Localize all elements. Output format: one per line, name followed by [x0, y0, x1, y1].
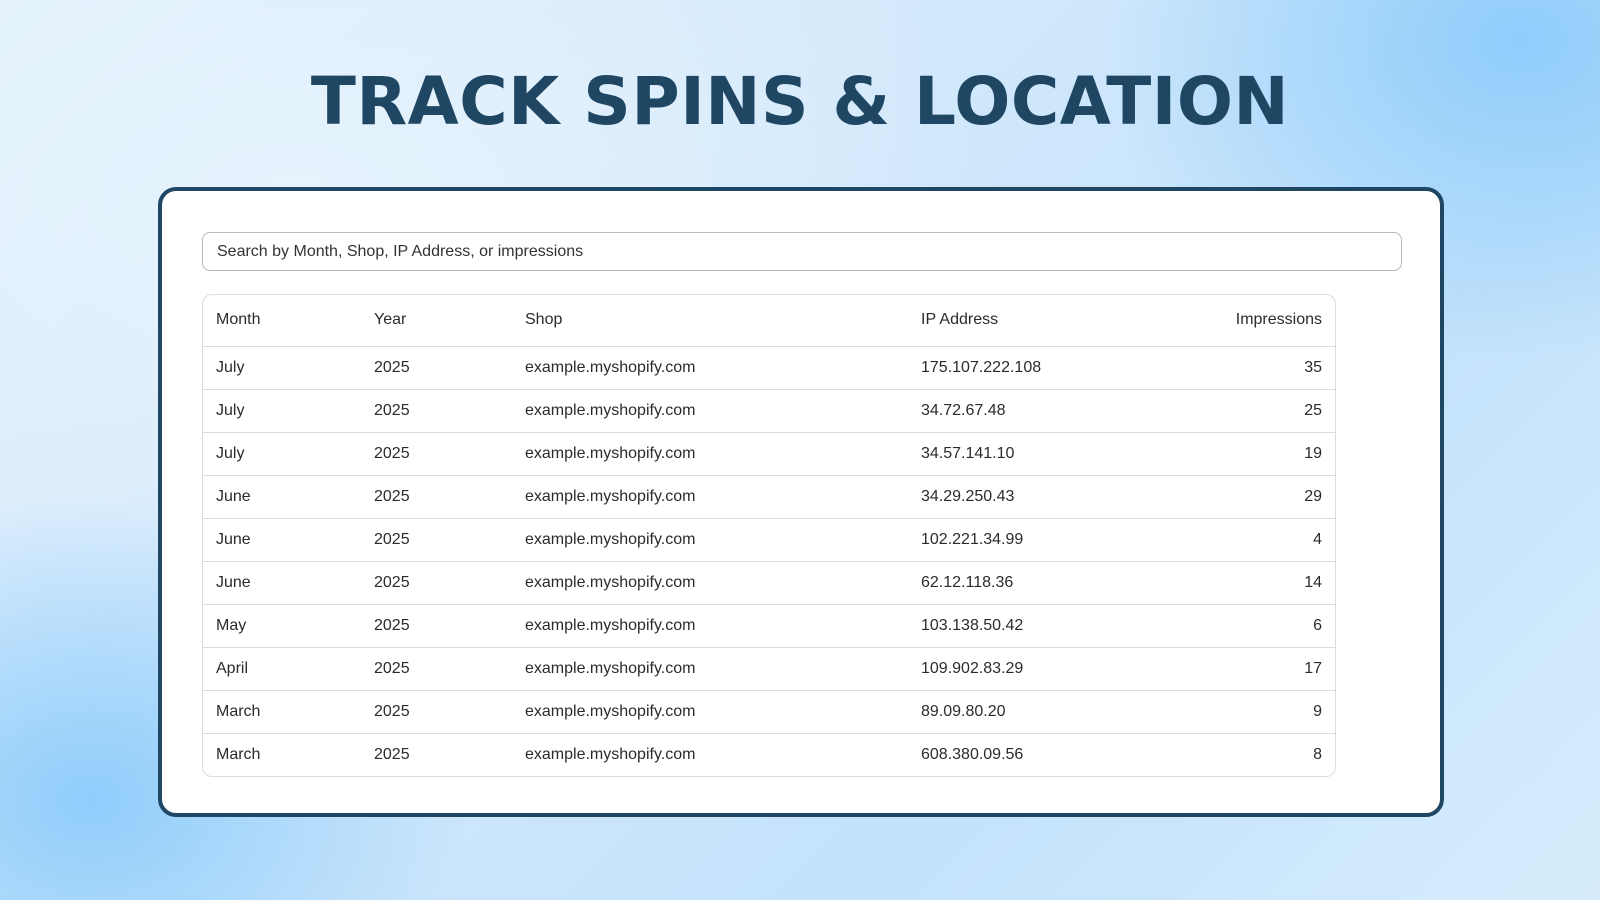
cell-shop: example.myshopify.com	[525, 487, 696, 505]
cell-impressions: 9	[1313, 702, 1322, 720]
cell-shop: example.myshopify.com	[525, 702, 696, 720]
search-input[interactable]	[202, 232, 1402, 271]
table-row[interactable]: July 2025 example.myshopify.com 34.72.67.48…	[203, 389, 1335, 432]
cell-month: April	[216, 659, 249, 677]
table-header-row: Month Year Shop IP Address Impressions	[203, 295, 1335, 346]
cell-shop: example.myshopify.com	[525, 358, 696, 376]
cell-impressions: 25	[1304, 401, 1322, 419]
column-header-ip-address[interactable]: IP Address	[908, 295, 1197, 346]
cell-impressions: 14	[1304, 573, 1322, 591]
cell-impressions: 19	[1304, 444, 1322, 462]
table-row[interactable]: June 2025 example.myshopify.com 102.221.34.…	[203, 518, 1335, 561]
table-body: July 2025 example.myshopify.com 175.107.222…	[203, 346, 1335, 776]
cell-impressions: 35	[1304, 358, 1322, 376]
cell-ip-address: 102.221.34.99	[921, 530, 1024, 548]
table-row[interactable]: June 2025 example.myshopify.com 34.29.250.4…	[203, 475, 1335, 518]
cell-ip-address: 34.72.67.48	[921, 401, 1006, 419]
cell-year: 2025	[374, 444, 410, 462]
cell-year: 2025	[374, 616, 410, 634]
data-card: Month Year Shop IP Address Impressions J…	[158, 187, 1444, 817]
table-row[interactable]: March 2025 example.myshopify.com 608.380.09…	[203, 733, 1335, 776]
cell-shop: example.myshopify.com	[525, 659, 696, 677]
cell-ip-address: 608.380.09.56	[921, 745, 1024, 763]
table-row[interactable]: April 2025 example.myshopify.com 109.902.83…	[203, 647, 1335, 690]
cell-year: 2025	[374, 530, 410, 548]
cell-month: July	[216, 444, 245, 462]
cell-year: 2025	[374, 401, 410, 419]
cell-year: 2025	[374, 573, 410, 591]
cell-year: 2025	[374, 659, 410, 677]
cell-ip-address: 103.138.50.42	[921, 616, 1024, 634]
cell-month: July	[216, 358, 245, 376]
cell-ip-address: 34.57.141.10	[921, 444, 1015, 462]
table-row[interactable]: July 2025 example.myshopify.com 175.107.222…	[203, 346, 1335, 389]
cell-month: June	[216, 487, 251, 505]
table-row[interactable]: May 2025 example.myshopify.com 103.138.50.4…	[203, 604, 1335, 647]
cell-shop: example.myshopify.com	[525, 616, 696, 634]
cell-impressions: 29	[1304, 487, 1322, 505]
table-row[interactable]: June 2025 example.myshopify.com 62.12.118.3…	[203, 561, 1335, 604]
cell-shop: example.myshopify.com	[525, 573, 696, 591]
cell-ip-address: 175.107.222.108	[921, 358, 1042, 376]
cell-ip-address: 109.902.83.29	[921, 659, 1024, 677]
cell-ip-address: 89.09.80.20	[921, 702, 1006, 720]
cell-shop: example.myshopify.com	[525, 530, 696, 548]
cell-year: 2025	[374, 702, 410, 720]
cell-impressions: 4	[1313, 530, 1322, 548]
cell-impressions: 8	[1313, 745, 1322, 763]
table-header: Month Year Shop IP Address Impressions	[203, 295, 1335, 346]
cell-impressions: 6	[1313, 616, 1322, 634]
column-header-shop[interactable]: Shop	[512, 295, 908, 346]
cell-month: June	[216, 530, 251, 548]
cell-year: 2025	[374, 745, 410, 763]
cell-shop: example.myshopify.com	[525, 444, 696, 462]
cell-ip-address: 62.12.118.36	[921, 573, 1014, 591]
cell-month: May	[216, 616, 247, 634]
table-row[interactable]: July 2025 example.myshopify.com 34.57.141.1…	[203, 432, 1335, 475]
cell-month: June	[216, 573, 251, 591]
data-table-container: Month Year Shop IP Address Impressions J…	[202, 294, 1336, 777]
cell-month: March	[216, 745, 261, 763]
table-row[interactable]: March 2025 example.myshopify.com 89.09.80.2…	[203, 690, 1335, 733]
cell-month: July	[216, 401, 245, 419]
column-header-month[interactable]: Month	[203, 295, 361, 346]
cell-year: 2025	[374, 358, 410, 376]
cell-year: 2025	[374, 487, 410, 505]
cell-ip-address: 34.29.250.43	[921, 487, 1015, 505]
page-title: TRACK SPINS & LOCATION	[310, 63, 1290, 140]
cell-shop: example.myshopify.com	[525, 401, 696, 419]
cell-month: March	[216, 702, 261, 720]
cell-impressions: 17	[1304, 659, 1322, 677]
cell-shop: example.myshopify.com	[525, 745, 696, 763]
data-table: Month Year Shop IP Address Impressions J…	[203, 295, 1335, 776]
column-header-year[interactable]: Year	[361, 295, 512, 346]
column-header-impressions[interactable]: Impressions	[1197, 295, 1335, 346]
